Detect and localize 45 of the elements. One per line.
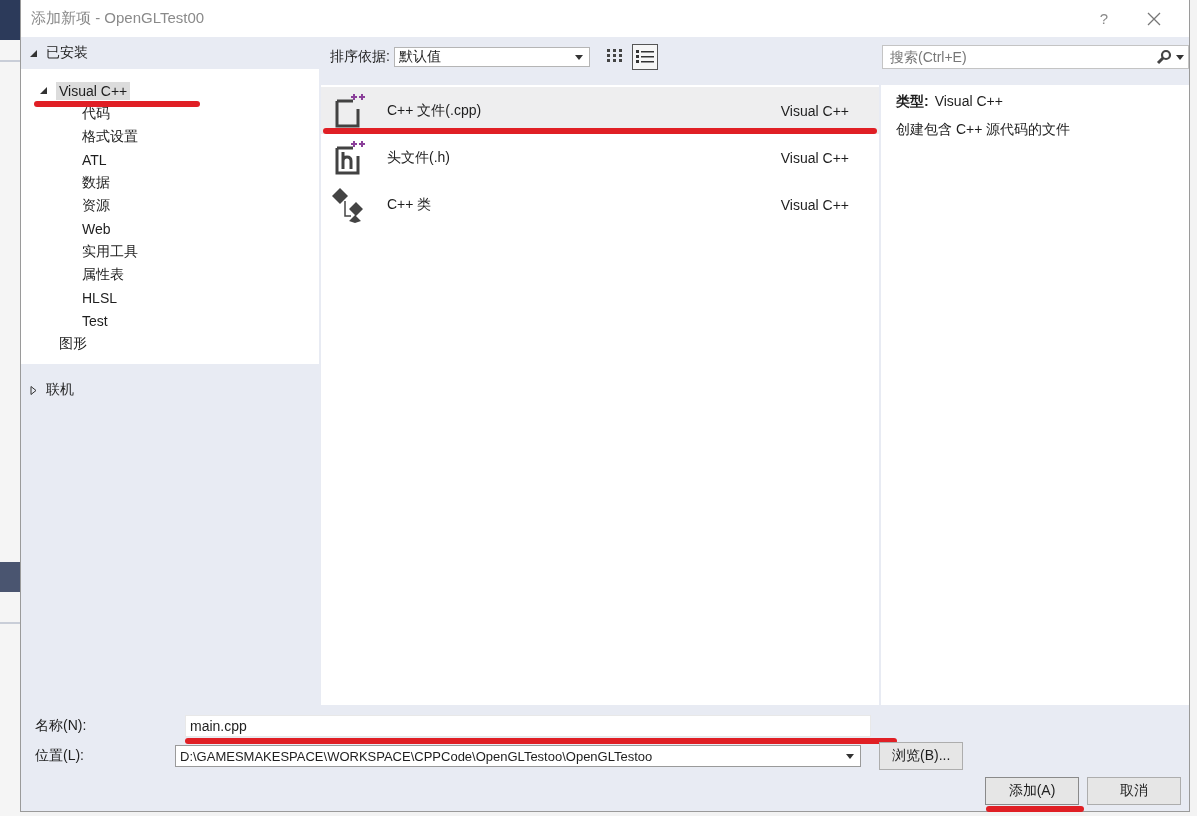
template-name: C++ 文件(.cpp) [387, 101, 483, 120]
cancel-button[interactable]: 取消 [1087, 777, 1181, 805]
tree-item[interactable]: HLSL [79, 288, 121, 307]
template-name: C++ 类 [387, 195, 433, 214]
tree-item[interactable]: ATL [79, 150, 110, 169]
help-button[interactable]: ? [1079, 3, 1129, 34]
section-header[interactable]: 联机 [46, 381, 74, 399]
tree-item[interactable]: 属性表 [79, 264, 127, 285]
type-value: Visual C++ [934, 93, 1003, 111]
section-header[interactable]: 已安装 [46, 44, 88, 62]
tree-item[interactable]: 代码 [79, 103, 113, 124]
tree-item[interactable]: 数据 [79, 172, 113, 193]
collapsed-arrow-icon[interactable] [29, 385, 38, 395]
tree-item[interactable]: 格式设置 [79, 126, 141, 147]
view-toggle-button[interactable] [631, 44, 658, 70]
tree-item[interactable]: Web [79, 219, 114, 238]
name-label: 名称(N): [35, 717, 88, 735]
sort-label: 排序依据: [330, 48, 390, 66]
type-label: 类型: [896, 93, 929, 111]
dropdown-caret-icon[interactable] [1176, 54, 1184, 60]
name-field[interactable]: main.cpp [185, 715, 871, 737]
search-box[interactable]: 搜索(Ctrl+E) [882, 45, 1189, 69]
template-category: Visual C++ [780, 102, 849, 119]
tree-item[interactable]: Test [79, 311, 111, 330]
tree-item[interactable]: 图形 [56, 333, 90, 354]
window-title: 添加新项 - OpenGLTest00 [31, 9, 206, 28]
expanded-arrow-icon[interactable] [39, 86, 48, 95]
sort-dropdown[interactable]: 默认值 [393, 47, 590, 67]
template-category: Visual C++ [780, 149, 849, 166]
description-text: 创建包含 C++ 源代码的文件 [896, 121, 1072, 139]
browse-button[interactable]: 浏览(B)... [879, 742, 964, 770]
location-dropdown[interactable]: D:\GAMESMAKESPACE\WORKSPACE\CPPCode\OpenGLTestoo\OpenGLTestoo [175, 745, 861, 767]
dropdown-caret-icon[interactable] [846, 753, 854, 759]
tree-item[interactable]: 资源 [79, 195, 113, 216]
template-category: Visual C++ [780, 196, 849, 213]
list-view-icon [635, 49, 654, 65]
search-input[interactable]: 搜索(Ctrl+E) [888, 48, 1152, 66]
search-icon[interactable] [1156, 49, 1172, 65]
tree-item[interactable]: 实用工具 [79, 241, 141, 262]
expanded-arrow-icon[interactable] [29, 48, 38, 58]
template-name: 头文件(.h) [387, 148, 451, 167]
close-icon [1147, 11, 1161, 26]
dropdown-caret-icon[interactable] [574, 54, 583, 60]
small-icons-view-icon [606, 49, 623, 65]
template-item[interactable]: C++ 文件(.cpp) Visual C++ [321, 87, 879, 134]
